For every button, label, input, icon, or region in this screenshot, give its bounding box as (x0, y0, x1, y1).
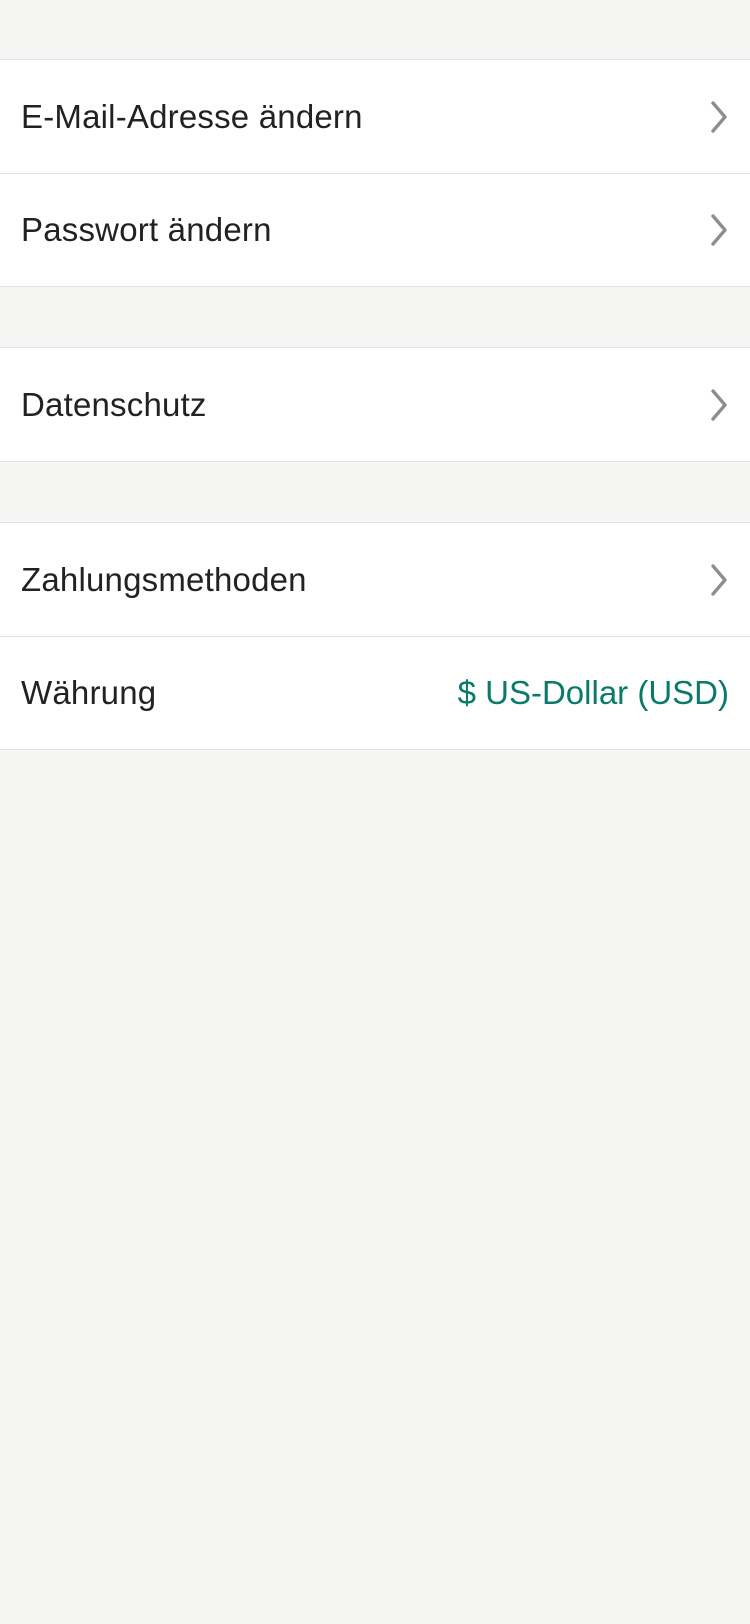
payment-settings-group: Zahlungsmethoden Währung $ US-Dollar (US… (0, 522, 750, 750)
change-password-label: Passwort ändern (21, 210, 272, 248)
chevron-right-icon (709, 100, 729, 134)
chevron-right-icon (709, 213, 729, 247)
settings-screen: E-Mail-Adresse ändern Passwort ändern Da… (0, 0, 750, 1624)
currency-value: $ US-Dollar (USD) (457, 673, 729, 711)
currency-row[interactable]: Währung $ US-Dollar (USD) (0, 636, 750, 749)
payment-methods-label: Zahlungsmethoden (21, 560, 307, 598)
change-password-row[interactable]: Passwort ändern (0, 173, 750, 286)
payment-methods-row[interactable]: Zahlungsmethoden (0, 523, 750, 636)
privacy-label: Datenschutz (21, 385, 207, 423)
privacy-row[interactable]: Datenschutz (0, 348, 750, 461)
account-settings-group: E-Mail-Adresse ändern Passwort ändern (0, 59, 750, 287)
currency-label: Währung (21, 673, 157, 711)
chevron-right-icon (709, 388, 729, 422)
chevron-right-icon (709, 563, 729, 597)
change-email-label: E-Mail-Adresse ändern (21, 97, 363, 135)
privacy-settings-group: Datenschutz (0, 347, 750, 462)
change-email-row[interactable]: E-Mail-Adresse ändern (0, 60, 750, 173)
